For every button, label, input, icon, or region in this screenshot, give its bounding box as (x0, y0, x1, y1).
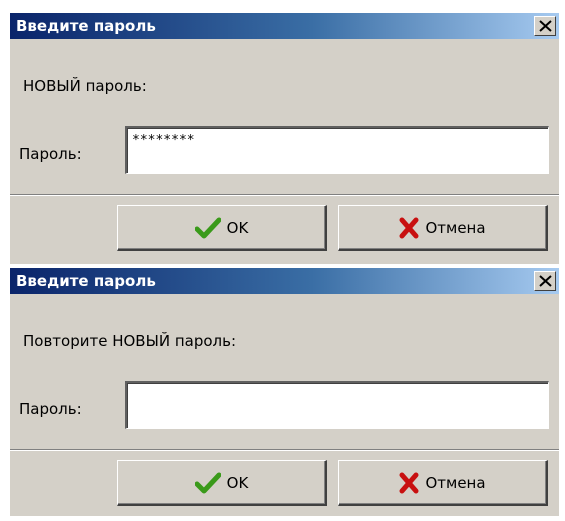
green-checkmark-icon (194, 472, 221, 493)
cancel-button-label: Отмена (425, 473, 486, 492)
ok-button[interactable]: OK (117, 460, 327, 506)
red-x-icon (399, 472, 419, 493)
password-dialog-repeat: Введите пароль Повторите НОВЫЙ пароль: П… (10, 268, 559, 516)
dialog-prompt: Повторите НОВЫЙ пароль: (23, 332, 236, 350)
cancel-button-label: Отмена (425, 218, 486, 237)
ok-button-label: OK (226, 218, 249, 237)
dialog-titlebar[interactable]: Введите пароль (10, 268, 559, 294)
cancel-button[interactable]: Отмена (338, 205, 548, 251)
ok-button[interactable]: OK (117, 205, 327, 251)
close-icon (539, 275, 552, 287)
dialog-title: Введите пароль (16, 272, 156, 290)
password-value: ******** (132, 133, 195, 148)
password-input[interactable] (125, 381, 549, 429)
button-bar: OK Отмена (10, 194, 559, 264)
dialog-titlebar[interactable]: Введите пароль (10, 13, 559, 39)
red-x-icon (399, 217, 419, 238)
close-button[interactable] (534, 16, 556, 36)
cancel-button[interactable]: Отмена (338, 460, 548, 506)
button-bar: OK Отмена (10, 449, 559, 516)
password-label: Пароль: (19, 400, 82, 418)
password-dialog-new: Введите пароль НОВЫЙ пароль: Пароль: ***… (10, 13, 559, 264)
password-label: Пароль: (19, 145, 82, 163)
dialog-title: Введите пароль (16, 17, 156, 35)
dialog-prompt: НОВЫЙ пароль: (23, 77, 147, 95)
green-checkmark-icon (194, 217, 221, 238)
close-icon (539, 20, 552, 32)
close-button[interactable] (534, 271, 556, 291)
password-input[interactable]: ******** (125, 126, 549, 174)
ok-button-label: OK (226, 473, 249, 492)
